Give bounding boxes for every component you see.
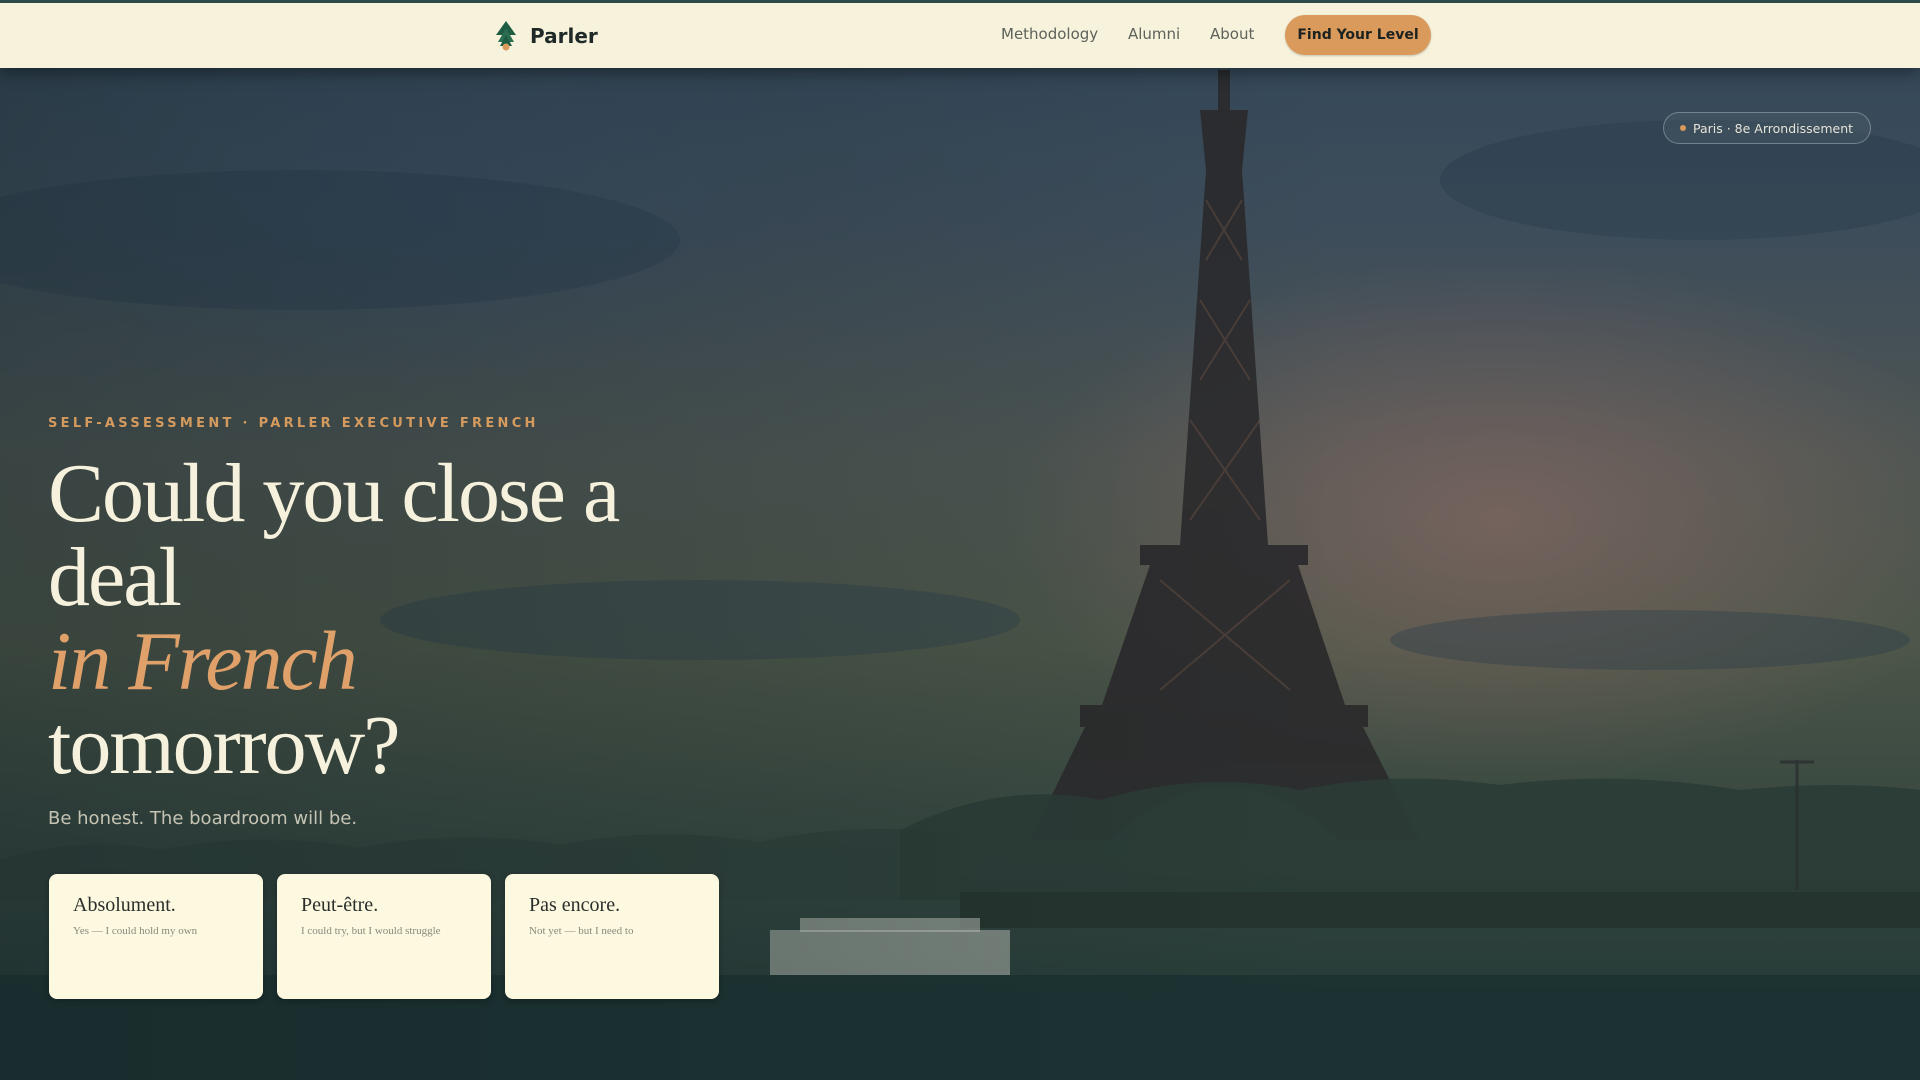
answer-card-title: Pas encore. <box>529 894 621 916</box>
nav-link-alumni[interactable]: Alumni <box>1128 25 1180 43</box>
headline-line-3: tomorrow? <box>48 699 401 792</box>
hero-headline: Could you close a deal in French tomorro… <box>48 452 768 788</box>
headline-accent: in French <box>48 615 358 708</box>
answer-card-absolument[interactable]: Absolument. Yes — I could hold my own <box>49 874 263 999</box>
nav-link-methodology[interactable]: Methodology <box>1001 25 1098 43</box>
fir-tree-icon <box>494 20 518 52</box>
headline-line-1: Could you close a deal <box>48 447 620 624</box>
location-dot-icon <box>1680 125 1686 131</box>
find-your-level-button[interactable]: Find Your Level <box>1285 15 1431 55</box>
top-navbar: Parler Methodology Alumni About Find You… <box>0 0 1920 68</box>
answer-card-title: Absolument. <box>73 894 176 916</box>
nav-link-about[interactable]: About <box>1210 25 1254 43</box>
brand-name: Parler <box>530 24 598 48</box>
answer-card-subtitle: Yes — I could hold my own <box>73 925 198 937</box>
answer-card-subtitle: Not yet — but I need to <box>529 925 634 937</box>
answer-card-peut-etre[interactable]: Peut-être. I could try, but I would stru… <box>277 874 491 999</box>
location-badge: Paris · 8e Arrondissement <box>1663 112 1871 144</box>
answer-card-subtitle: I could try, but I would struggle <box>301 925 441 937</box>
hero-eyebrow: SELF-ASSESSMENT · PARLER EXECUTIVE FRENC… <box>48 416 539 431</box>
brand[interactable]: Parler <box>494 19 598 53</box>
location-badge-label: Paris · 8e Arrondissement <box>1693 120 1854 136</box>
answer-card-title: Peut-être. <box>301 894 379 916</box>
hero-subline: Be honest. The boardroom will be. <box>48 808 358 829</box>
answer-card-pas-encore[interactable]: Pas encore. Not yet — but I need to <box>505 874 719 999</box>
